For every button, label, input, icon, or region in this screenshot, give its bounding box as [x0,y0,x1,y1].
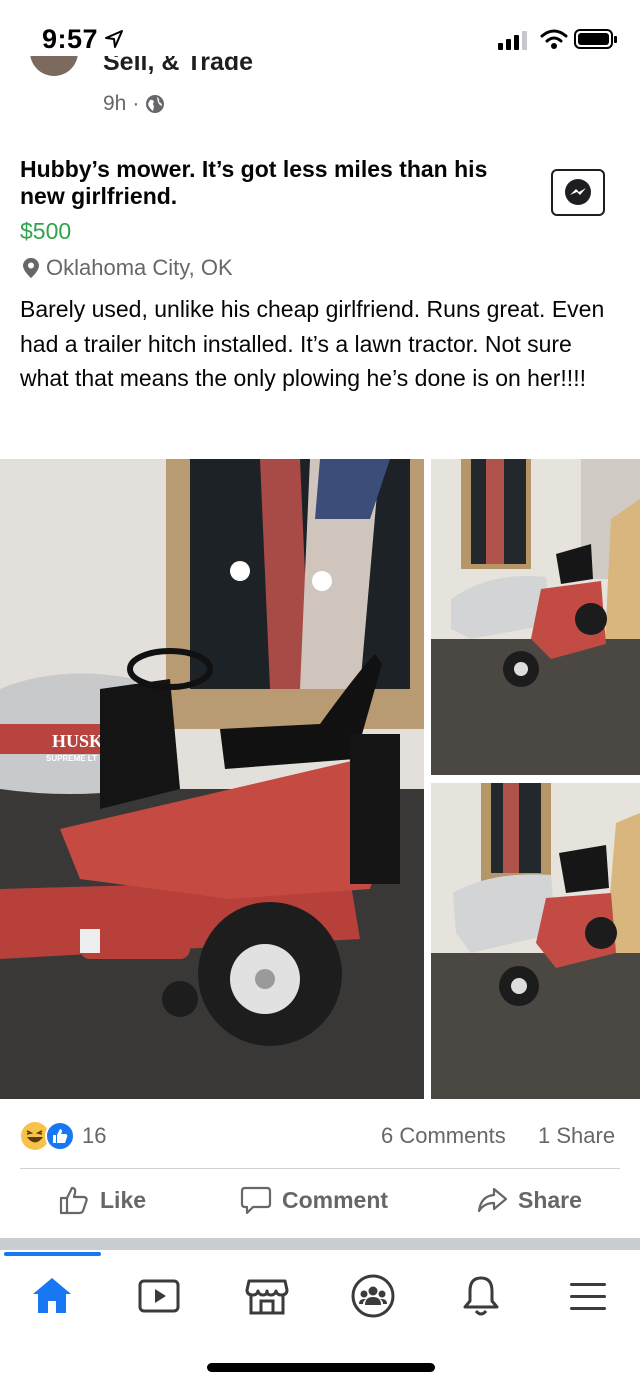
meta-separator: · [132,92,140,115]
shares-count[interactable]: 1 Share [538,1123,615,1149]
home-icon [33,1278,71,1313]
like-label: Like [100,1186,147,1213]
like-button[interactable]: Like [58,1184,146,1216]
haha-icon [21,1122,49,1150]
listing-location: Oklahoma City, OK [22,255,233,281]
like-icon [45,1121,75,1151]
cellular-signal-icon [498,31,527,50]
location-arrow-icon [105,30,123,48]
bottom-navigation [0,1250,640,1386]
nav-groups[interactable] [345,1268,401,1324]
listing-price: $500 [20,218,72,244]
comment-bubble-icon [240,1186,272,1215]
post-time[interactable]: 9h [103,92,126,116]
reaction-icons[interactable] [20,1121,78,1151]
wifi-icon [540,29,568,49]
mower-photo-secondary-image [431,459,640,775]
reaction-count[interactable]: 16 [82,1123,106,1149]
share-label: Share [518,1186,582,1213]
listing-title: Hubby’s mower. It’s got less miles than … [20,156,488,209]
avatar[interactable] [30,56,78,76]
location-text: Oklahoma City, OK [46,255,233,280]
group-name[interactable]: Sell, & Trade [103,56,253,76]
globe-icon [146,95,165,113]
share-arrow-icon [477,1187,508,1213]
nav-marketplace[interactable] [239,1268,295,1324]
marketplace-icon [245,1279,289,1315]
post-meta: 9h · [103,92,165,116]
thumbs-up-icon [59,1186,88,1215]
comments-count[interactable]: 6 Comments [381,1123,506,1149]
post-action-bar: Like Comment Share [0,1178,640,1234]
listing-description: Barely used, unlike his cheap girlfriend… [20,296,605,391]
share-button[interactable]: Share [476,1184,582,1216]
status-time: 9:57 [42,24,99,54]
watch-icon [138,1279,180,1313]
home-indicator[interactable] [207,1363,435,1372]
mower-photo-main-image: HUSKEE SUPREME LT [0,459,424,1099]
nav-watch[interactable] [131,1268,187,1324]
messenger-icon [565,178,591,205]
nav-home[interactable] [24,1268,80,1324]
active-tab-indicator [4,1252,101,1256]
nav-notifications[interactable] [453,1268,509,1324]
messenger-button[interactable] [551,169,605,216]
nav-menu[interactable] [560,1268,616,1324]
battery-icon [574,29,617,49]
groups-icon [351,1274,395,1318]
location-pin-icon [23,258,39,278]
mower-photo-tertiary-image [431,783,640,1099]
divider [20,1168,620,1169]
mower-photo-tertiary[interactable] [431,783,640,1099]
mower-photo-main[interactable]: HUSKEE SUPREME LT [0,459,424,1099]
post-header: Sell, & Trade 9h · [0,56,640,124]
reactions-row: 16 6 Comments 1 Share [0,1113,640,1159]
mower-model-label: SUPREME LT [46,754,97,763]
mower-photo-secondary[interactable] [431,459,640,775]
section-separator [0,1238,640,1250]
notifications-icon [463,1276,499,1316]
menu-icon [570,1283,606,1310]
comment-button[interactable]: Comment [240,1184,388,1216]
comment-label: Comment [282,1186,389,1213]
